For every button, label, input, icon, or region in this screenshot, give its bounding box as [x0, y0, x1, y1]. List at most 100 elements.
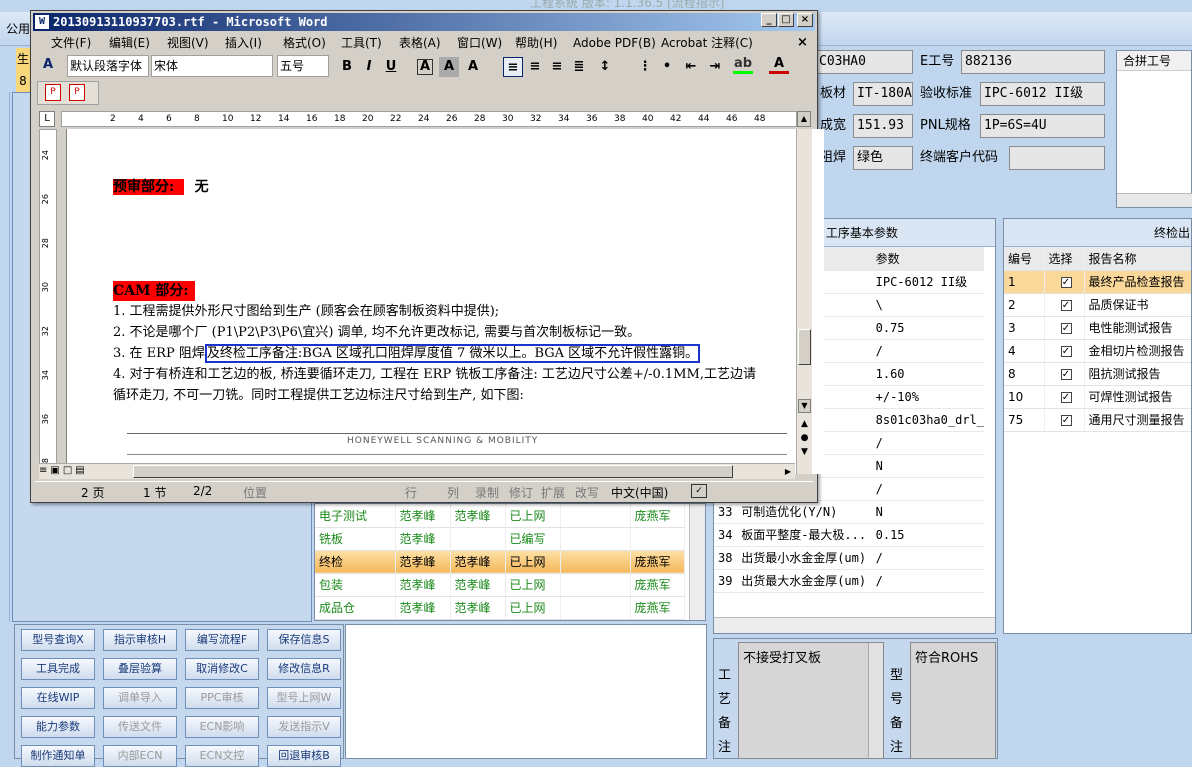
action-button[interactable]: 回退审核B	[267, 745, 341, 767]
accept-field[interactable]: IPC-6012 II级	[980, 82, 1105, 106]
report-checkbox[interactable]: ✓	[1060, 414, 1072, 426]
action-button[interactable]: 保存信息S	[267, 629, 341, 651]
report-select[interactable]: ✓	[1044, 362, 1085, 386]
report-checkbox[interactable]: ✓	[1060, 391, 1072, 403]
status-rec[interactable]: 录制	[475, 484, 499, 501]
menu-item[interactable]: 格式(O)	[283, 33, 326, 53]
action-button[interactable]: 修改信息R	[267, 658, 341, 680]
highlight-icon[interactable]: ab	[733, 57, 753, 74]
action-button[interactable]: 在线WIP	[21, 687, 95, 709]
align-left-icon[interactable]: ≡	[503, 57, 523, 77]
menu-item[interactable]: 视图(V)	[167, 33, 209, 53]
report-select[interactable]: ✓	[1044, 385, 1085, 409]
font-color-icon[interactable]: A	[769, 57, 789, 74]
action-button[interactable]: 调单导入	[103, 687, 177, 709]
menu-item[interactable]: 插入(I)	[225, 33, 262, 53]
report-row[interactable]: 75 ✓ 通用尺寸测量报告	[1004, 408, 1191, 432]
justify-icon[interactable]: ≣	[569, 57, 589, 77]
menu-item[interactable]: 表格(A)	[399, 33, 441, 53]
vertical-ruler[interactable]: 2426283032343638	[39, 129, 57, 474]
font-select[interactable]: 宋体	[151, 55, 273, 77]
flow-row[interactable]: 铣板 范孝峰 已编写	[315, 527, 685, 551]
flow-vscroll[interactable]	[689, 504, 705, 620]
flow-row[interactable]: 终检 范孝峰 范孝峰 已上网 庞燕军	[315, 550, 685, 574]
side-cell-a[interactable]: 生	[16, 48, 30, 70]
board-field[interactable]: IT-180A	[853, 82, 913, 106]
action-button[interactable]: 制作通知单	[21, 745, 95, 767]
report-checkbox[interactable]: ✓	[1060, 299, 1072, 311]
char-border-icon[interactable]: A	[417, 59, 433, 75]
report-select[interactable]: ✓	[1044, 408, 1085, 432]
menu-item[interactable]: Acrobat 注释(C)	[661, 33, 753, 53]
browse-object-icon[interactable]: ●	[798, 433, 811, 443]
report-checkbox[interactable]: ✓	[1060, 345, 1072, 357]
char-scale-icon[interactable]: A	[463, 57, 483, 77]
model-remarks-field[interactable]: 符合ROHS	[910, 642, 996, 759]
word-title-bar[interactable]: W 20130913110937703.rtf - Microsoft Word	[33, 13, 815, 31]
action-button[interactable]: 传送文件	[103, 716, 177, 738]
action-button[interactable]: PPC审核	[185, 687, 259, 709]
e-number-field[interactable]: 882136	[961, 50, 1105, 74]
report-checkbox[interactable]: ✓	[1060, 276, 1072, 288]
vscroll-down[interactable]: ▼	[798, 399, 811, 413]
menu-item[interactable]: 帮助(H)	[515, 33, 557, 53]
menu-item[interactable]: 窗口(W)	[457, 33, 502, 53]
report-row[interactable]: 3 ✓ 电性能测试报告	[1004, 316, 1191, 340]
maximize-button[interactable]: □	[778, 13, 794, 27]
doc-vscrollbar[interactable]: ▼ ▲ ● ▼	[796, 129, 812, 474]
ruler-scroll-up[interactable]: ▲	[797, 111, 811, 127]
flow-row[interactable]: 包装 范孝峰 范孝峰 已上网 庞燕军	[315, 573, 685, 597]
action-button[interactable]: 能力参数	[21, 716, 95, 738]
align-center-icon[interactable]: ≡	[525, 57, 545, 77]
doc-line-3-highlight[interactable]: 及终检工序备注:BGA 区域孔口阻焊厚度值 7 微米以上。BGA 区域不允许假性…	[204, 344, 701, 363]
report-row[interactable]: 2 ✓ 品质保证书	[1004, 293, 1191, 317]
end-customer-field[interactable]	[1009, 146, 1105, 170]
indent-icon[interactable]: ⇥	[705, 57, 725, 77]
report-row[interactable]: 1 ✓ 最终产品检查报告	[1004, 270, 1191, 294]
align-right-icon[interactable]: ≡	[547, 57, 567, 77]
flow-row[interactable]: 电子测试 范孝峰 范孝峰 已上网 庞燕军	[315, 504, 685, 528]
word-window[interactable]: W 20130913110937703.rtf - Microsoft Word…	[30, 10, 824, 503]
action-button[interactable]: 内部ECN	[103, 745, 177, 767]
param-row[interactable]: 39 出货最大水金金厚(um) /	[714, 569, 984, 593]
close-button[interactable]: ×	[797, 13, 813, 27]
status-ext[interactable]: 扩展	[541, 484, 565, 501]
doc-close-icon[interactable]: ×	[797, 33, 808, 53]
report-row[interactable]: 4 ✓ 金相切片检测报告	[1004, 339, 1191, 363]
bold-icon[interactable]: B	[337, 57, 357, 77]
action-button[interactable]: 工具完成	[21, 658, 95, 680]
params-hscroll[interactable]	[714, 617, 995, 633]
report-checkbox[interactable]: ✓	[1060, 322, 1072, 334]
report-select[interactable]: ✓	[1044, 316, 1085, 340]
report-row[interactable]: 8 ✓ 阻抗测试报告	[1004, 362, 1191, 386]
hscroll-thumb[interactable]	[133, 465, 733, 478]
action-button[interactable]: 型号查询X	[21, 629, 95, 651]
mask-field[interactable]: 绿色	[853, 146, 913, 170]
param-row[interactable]: 34 板面平整度-最大极... 0.15	[714, 523, 984, 547]
pdf-email-icon[interactable]: P	[69, 84, 85, 101]
hscroll-right[interactable]: ▶	[781, 465, 795, 478]
line-spacing-icon[interactable]: ↕	[595, 57, 615, 77]
bullets-icon[interactable]: •	[657, 57, 677, 77]
flow-row[interactable]: 成品仓 范孝峰 范孝峰 已上网 庞燕军	[315, 596, 685, 620]
param-row[interactable]: 38 出货最小水金金厚(um) /	[714, 546, 984, 570]
action-button[interactable]: ECN文控	[185, 745, 259, 767]
menu-item[interactable]: 文件(F)	[51, 33, 91, 53]
numbering-icon[interactable]: ⋮	[635, 57, 655, 77]
action-button[interactable]: 发送指示V	[267, 716, 341, 738]
menu-item[interactable]: 编辑(E)	[109, 33, 150, 53]
style-select[interactable]: 默认段落字体	[67, 55, 149, 77]
action-button[interactable]: 取消修改C	[185, 658, 259, 680]
report-select[interactable]: ✓	[1044, 270, 1085, 294]
report-select[interactable]: ✓	[1044, 339, 1085, 363]
horizontal-ruler[interactable]: 2 4 6 8 10 12 14 16 18 20 22 24 26 28 30 32 34 36 38 40 42 44…	[61, 111, 797, 127]
italic-icon[interactable]: I	[359, 57, 379, 77]
prev-page-icon[interactable]: ▲	[798, 419, 811, 429]
ruler-corner[interactable]: L	[39, 111, 55, 127]
char-shading-icon[interactable]: A	[439, 57, 459, 77]
pdf-convert-icon[interactable]: P	[45, 84, 61, 101]
remarks-scroll[interactable]	[868, 643, 883, 758]
action-button[interactable]: 指示审核H	[103, 629, 177, 651]
code-field[interactable]: C03HA0	[815, 50, 913, 74]
status-rev[interactable]: 修订	[509, 484, 533, 501]
